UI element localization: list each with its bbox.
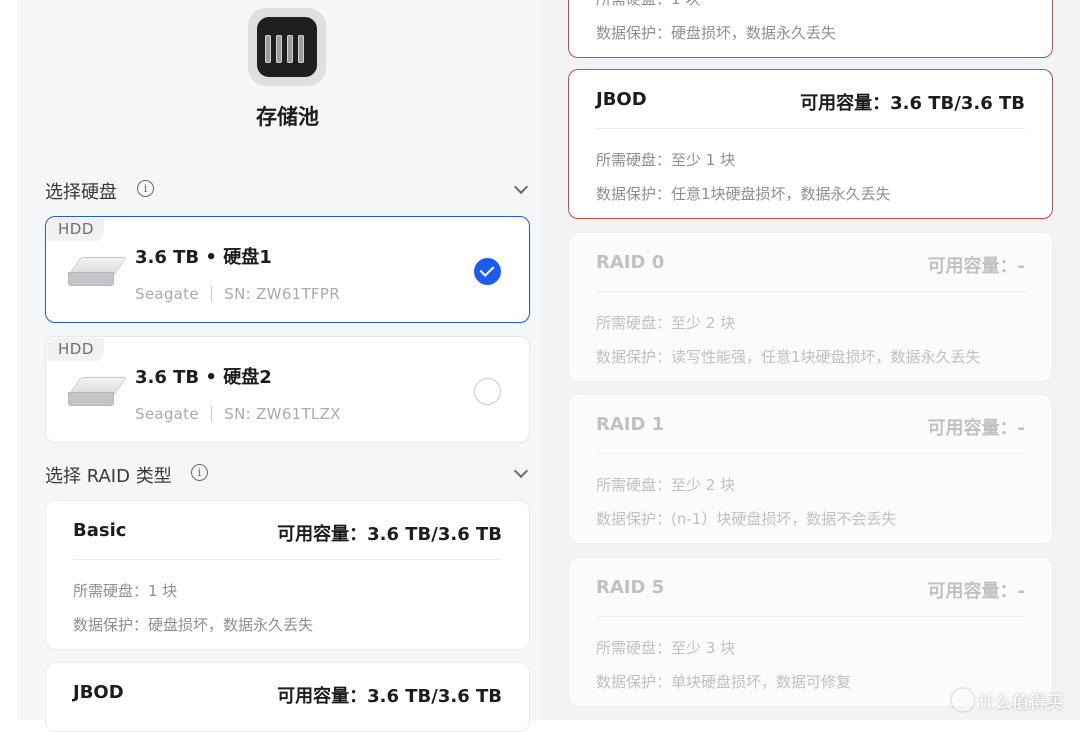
- raid-capacity: 可用容量：-: [927, 256, 1025, 277]
- divider: [596, 291, 1025, 292]
- raid-protection: 数据保护：单块硬盘损坏，数据可修复: [596, 673, 852, 691]
- raid-name: Basic: [73, 520, 127, 541]
- disk-section-title: 选择硬盘: [45, 182, 117, 203]
- disk-title: 3.6 TB • 硬盘2: [135, 367, 272, 388]
- hard-drive-icon: [66, 377, 128, 407]
- hdd-tag: HDD: [47, 218, 104, 241]
- raid-required-disks: 所需硬盘：至少 3 块: [596, 639, 736, 657]
- hdd-tag: HDD: [47, 338, 104, 361]
- disk-serial: Seagate ｜ SN: ZW61TLZX: [135, 405, 341, 423]
- divider: [73, 559, 502, 560]
- raid-required-disks: 所需硬盘：至少 2 块: [596, 476, 736, 494]
- raid-required-disks: 所需硬盘：至少 2 块: [596, 314, 736, 332]
- raid-section-title: 选择 RAID 类型: [45, 466, 172, 487]
- disk-title: 3.6 TB • 硬盘1: [135, 247, 272, 268]
- raid-required-disks: 所需硬盘：1 块: [596, 0, 700, 9]
- raid-option-raid1[interactable]: RAID 1 可用容量：- 所需硬盘：至少 2 块 数据保护：(n-1）块硬盘损…: [568, 394, 1053, 544]
- raid-name: JBOD: [596, 89, 647, 110]
- raid-option-jbod-selected[interactable]: JBOD 可用容量：3.6 TB/3.6 TB 所需硬盘：至少 1 块 数据保护…: [568, 69, 1053, 219]
- raid-capacity: 可用容量：-: [927, 581, 1025, 602]
- raid-name: RAID 0: [596, 252, 665, 273]
- raid-required-disks: 所需硬盘：1 块: [73, 582, 178, 600]
- raid-protection: 数据保护：任意1块硬盘损坏，数据永久丢失: [596, 185, 891, 203]
- raid-capacity: 可用容量：-: [927, 418, 1025, 439]
- page-title: 存储池: [256, 105, 319, 129]
- raid-option-raid0[interactable]: RAID 0 可用容量：- 所需硬盘：至少 2 块 数据保护：读写性能强，任意1…: [568, 232, 1053, 382]
- raid-required-disks: 所需硬盘：至少 1 块: [596, 151, 736, 169]
- raid-option-raid5[interactable]: RAID 5 可用容量：- 所需硬盘：至少 3 块 数据保护：单块硬盘损坏，数据…: [568, 557, 1053, 707]
- divider: [596, 616, 1025, 617]
- checkmark-icon[interactable]: [474, 258, 501, 285]
- raid-protection: 数据保护：读写性能强，任意1块硬盘损坏，数据永久丢失: [596, 348, 981, 366]
- raid-name: RAID 1: [596, 414, 665, 435]
- raid-option-basic[interactable]: Basic 可用容量：3.6 TB/3.6 TB 所需硬盘：1 块 数据保护：硬…: [45, 500, 530, 650]
- watermark-logo-icon: [952, 689, 974, 711]
- raid-protection: 数据保护：硬盘损坏，数据永久丢失: [596, 24, 837, 42]
- raid-capacity: 可用容量：3.6 TB/3.6 TB: [277, 524, 502, 545]
- info-icon[interactable]: i: [137, 180, 154, 197]
- raid-protection: 数据保护：(n-1）块硬盘损坏，数据不会丢失: [596, 510, 897, 528]
- hard-drive-icon: [66, 257, 128, 287]
- storage-pool-icon: [248, 8, 326, 86]
- divider: [596, 453, 1025, 454]
- disk-card-1[interactable]: HDD 3.6 TB • 硬盘1 Seagate ｜ SN: ZW61TFPR: [45, 216, 530, 323]
- disk-card-2[interactable]: HDD 3.6 TB • 硬盘2 Seagate ｜ SN: ZW61TLZX: [45, 336, 530, 443]
- raid-capacity: 可用容量：3.6 TB/3.6 TB: [800, 93, 1025, 114]
- raid-option-basic-selected[interactable]: 所需硬盘：1 块 数据保护：硬盘损坏，数据永久丢失: [568, 0, 1053, 58]
- raid-name: RAID 5: [596, 577, 665, 598]
- info-icon[interactable]: i: [191, 464, 208, 481]
- radio-unchecked-icon[interactable]: [474, 378, 501, 405]
- chevron-down-icon[interactable]: [513, 463, 529, 479]
- raid-section-header[interactable]: 选择 RAID 类型 i: [45, 460, 530, 487]
- disk-serial: Seagate ｜ SN: ZW61TFPR: [135, 285, 340, 303]
- raid-name: JBOD: [73, 682, 124, 703]
- raid-protection: 数据保护：硬盘损坏，数据永久丢失: [73, 616, 314, 634]
- disk-section-header[interactable]: 选择硬盘 i: [45, 176, 530, 203]
- raid-capacity: 可用容量：3.6 TB/3.6 TB: [277, 686, 502, 707]
- chevron-down-icon[interactable]: [513, 179, 529, 195]
- watermark: 什么值得买: [978, 693, 1063, 713]
- raid-option-jbod[interactable]: JBOD 可用容量：3.6 TB/3.6 TB: [45, 662, 530, 732]
- divider: [596, 128, 1025, 129]
